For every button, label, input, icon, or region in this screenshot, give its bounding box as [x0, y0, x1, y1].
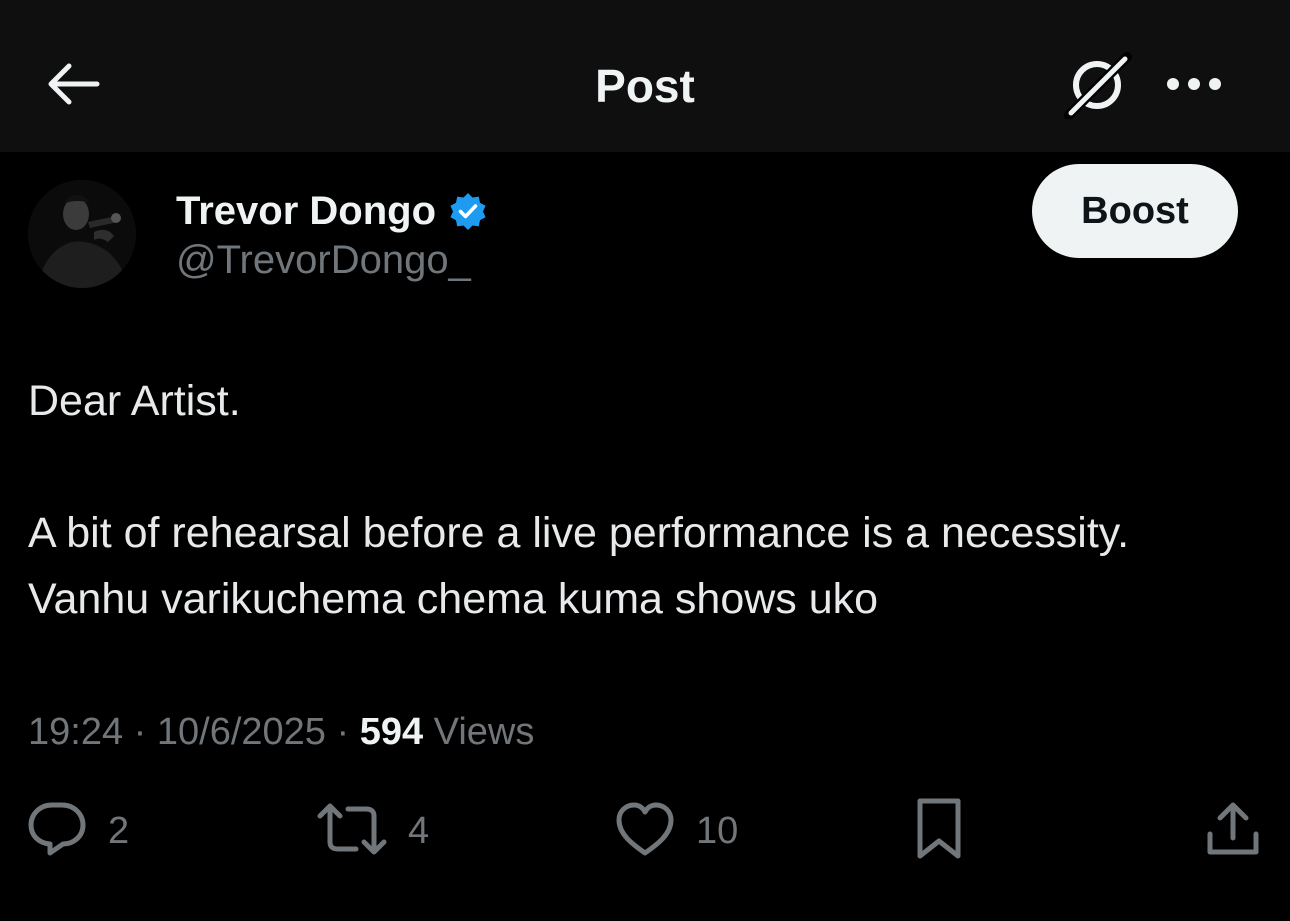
- like-count: 10: [696, 809, 739, 852]
- post-time[interactable]: 19:24: [28, 711, 123, 753]
- arrow-left-icon: [45, 62, 101, 111]
- post-metadata: 19:24 · 10/6/2025 · 594 Views: [28, 706, 534, 758]
- reply-button[interactable]: 2: [26, 790, 129, 872]
- repost-icon: [316, 802, 388, 861]
- more-options-button[interactable]: [1158, 64, 1230, 108]
- post-line: Vanhu varikuchema chema kuma shows uko: [28, 575, 879, 623]
- share-button[interactable]: [1204, 790, 1262, 872]
- post-date[interactable]: 10/6/2025: [157, 711, 326, 753]
- grok-button[interactable]: [1060, 51, 1136, 124]
- top-bar: Post: [0, 0, 1290, 152]
- repost-button[interactable]: 4: [316, 790, 429, 872]
- views-label: Views: [423, 711, 535, 753]
- more-horizontal-icon: [1165, 76, 1223, 97]
- back-button[interactable]: [40, 56, 106, 116]
- meta-separator: ·: [123, 711, 157, 753]
- meta-separator: ·: [325, 711, 360, 753]
- author-name[interactable]: Trevor Dongo: [176, 189, 436, 234]
- author-handle[interactable]: @TrevorDongo_: [176, 238, 471, 283]
- post-line: A bit of rehearsal before a live perform…: [28, 509, 1130, 557]
- bookmark-icon: [912, 797, 966, 866]
- author-name-row: Trevor Dongo: [176, 186, 488, 236]
- post-text: Dear Artist. A bit of rehearsal before a…: [28, 368, 1268, 632]
- like-button[interactable]: 10: [614, 790, 738, 872]
- reply-icon: [26, 800, 88, 863]
- action-bar: 2 4 10: [0, 790, 1290, 872]
- share-icon: [1204, 800, 1262, 863]
- avatar[interactable]: [28, 180, 136, 288]
- verified-badge-icon[interactable]: [448, 191, 488, 231]
- boost-button[interactable]: Boost: [1032, 164, 1238, 258]
- heart-icon: [614, 801, 676, 862]
- repost-count: 4: [408, 809, 430, 852]
- bookmark-button[interactable]: [912, 790, 966, 872]
- grok-icon: [1063, 51, 1133, 124]
- views-count: 594: [359, 711, 424, 753]
- post-line: Dear Artist.: [28, 377, 241, 425]
- reply-count: 2: [108, 809, 130, 852]
